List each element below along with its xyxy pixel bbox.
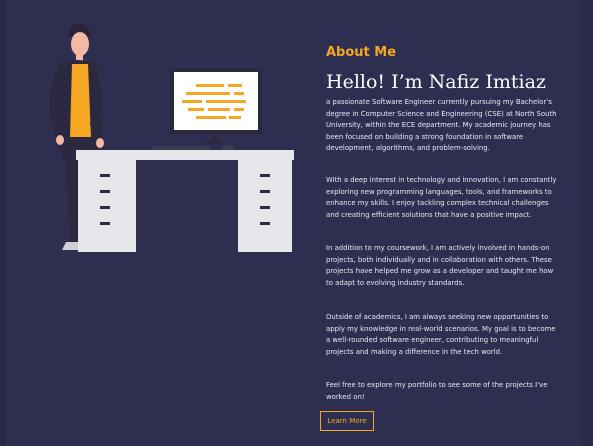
developer-at-desk-illustration bbox=[50, 23, 294, 252]
learn-more-button[interactable]: Learn More bbox=[320, 411, 374, 431]
section-label: About Me bbox=[326, 45, 397, 60]
about-content: About Me Hello! I’m Nafiz Imtiaz a passi… bbox=[326, 44, 558, 401]
about-section: About Me Hello! I’m Nafiz Imtiaz a passi… bbox=[6, 0, 581, 446]
about-paragraph: Feel free to explore my portfolio to see… bbox=[326, 381, 548, 401]
about-paragraph: Outside of academics, I am always seekin… bbox=[326, 313, 556, 356]
about-paragraph: In addition to my coursework, I am activ… bbox=[326, 244, 554, 287]
page-title: Hello! I’m Nafiz Imtiaz bbox=[326, 71, 546, 93]
about-paragraph: a passionate Software Engineer currently… bbox=[326, 98, 557, 153]
about-paragraph: With a deep interest in technology and i… bbox=[326, 176, 557, 219]
